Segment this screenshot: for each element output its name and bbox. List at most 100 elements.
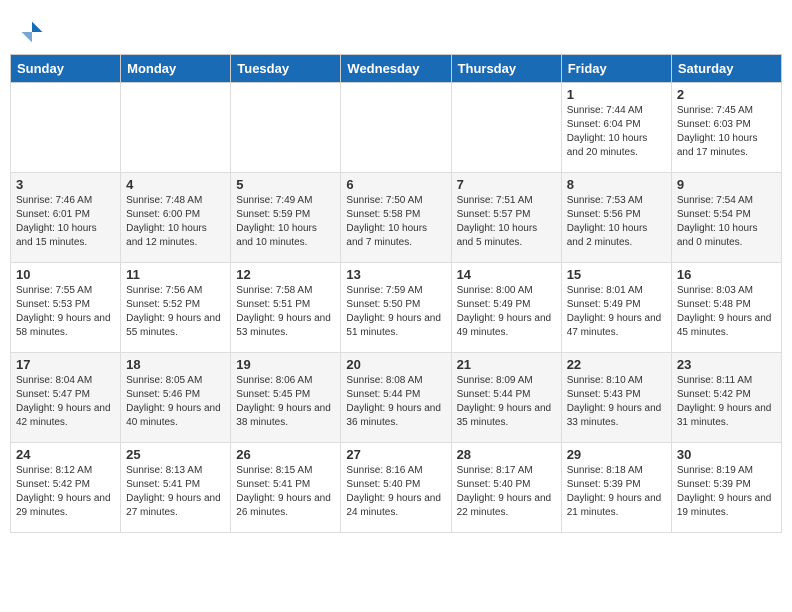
day-info: Sunrise: 8:12 AM Sunset: 5:42 PM Dayligh… bbox=[16, 464, 115, 520]
calendar-cell bbox=[231, 83, 341, 173]
calendar-cell: 26 Sunrise: 8:15 AM Sunset: 5:41 PM Dayli… bbox=[231, 443, 341, 533]
calendar-cell: 21 Sunrise: 8:09 AM Sunset: 5:44 PM Dayli… bbox=[451, 353, 561, 443]
day-number: 11 bbox=[126, 267, 225, 282]
day-header-sunday: Sunday bbox=[11, 55, 121, 83]
calendar-week-row: 3 Sunrise: 7:46 AM Sunset: 6:01 PM Daylig… bbox=[11, 173, 782, 263]
day-header-monday: Monday bbox=[121, 55, 231, 83]
calendar-cell: 12 Sunrise: 7:58 AM Sunset: 5:51 PM Dayli… bbox=[231, 263, 341, 353]
day-header-friday: Friday bbox=[561, 55, 671, 83]
day-info: Sunrise: 7:48 AM Sunset: 6:00 PM Dayligh… bbox=[126, 194, 225, 250]
day-number: 1 bbox=[567, 87, 666, 102]
calendar-cell: 24 Sunrise: 8:12 AM Sunset: 5:42 PM Dayli… bbox=[11, 443, 121, 533]
calendar-cell: 8 Sunrise: 7:53 AM Sunset: 5:56 PM Daylig… bbox=[561, 173, 671, 263]
calendar-cell bbox=[451, 83, 561, 173]
day-number: 22 bbox=[567, 357, 666, 372]
day-info: Sunrise: 8:03 AM Sunset: 5:48 PM Dayligh… bbox=[677, 284, 776, 340]
day-number: 7 bbox=[457, 177, 556, 192]
day-number: 16 bbox=[677, 267, 776, 282]
day-info: Sunrise: 8:09 AM Sunset: 5:44 PM Dayligh… bbox=[457, 374, 556, 430]
day-info: Sunrise: 7:45 AM Sunset: 6:03 PM Dayligh… bbox=[677, 104, 776, 160]
calendar-cell: 30Sunrise: 8:19 AM Sunset: 5:39 PM Dayli… bbox=[671, 443, 781, 533]
day-number: 5 bbox=[236, 177, 335, 192]
calendar-cell: 20 Sunrise: 8:08 AM Sunset: 5:44 PM Dayli… bbox=[341, 353, 451, 443]
day-info: Sunrise: 8:10 AM Sunset: 5:43 PM Dayligh… bbox=[567, 374, 666, 430]
calendar-table: SundayMondayTuesdayWednesdayThursdayFrid… bbox=[10, 54, 782, 533]
day-number: 18 bbox=[126, 357, 225, 372]
calendar-cell: 5 Sunrise: 7:49 AM Sunset: 5:59 PM Daylig… bbox=[231, 173, 341, 263]
calendar-cell: 22 Sunrise: 8:10 AM Sunset: 5:43 PM Dayli… bbox=[561, 353, 671, 443]
day-info: Sunrise: 7:44 AM Sunset: 6:04 PM Dayligh… bbox=[567, 104, 666, 160]
day-info: Sunrise: 8:01 AM Sunset: 5:49 PM Dayligh… bbox=[567, 284, 666, 340]
day-info: Sunrise: 7:54 AM Sunset: 5:54 PM Dayligh… bbox=[677, 194, 776, 250]
day-number: 2 bbox=[677, 87, 776, 102]
day-info: Sunrise: 7:58 AM Sunset: 5:51 PM Dayligh… bbox=[236, 284, 335, 340]
calendar-cell: 11 Sunrise: 7:56 AM Sunset: 5:52 PM Dayli… bbox=[121, 263, 231, 353]
day-info: Sunrise: 7:53 AM Sunset: 5:56 PM Dayligh… bbox=[567, 194, 666, 250]
day-number: 27 bbox=[346, 447, 445, 462]
day-info: Sunrise: 7:59 AM Sunset: 5:50 PM Dayligh… bbox=[346, 284, 445, 340]
calendar-week-row: 24 Sunrise: 8:12 AM Sunset: 5:42 PM Dayli… bbox=[11, 443, 782, 533]
calendar-cell: 28Sunrise: 8:17 AM Sunset: 5:40 PM Dayli… bbox=[451, 443, 561, 533]
day-number: 3 bbox=[16, 177, 115, 192]
day-number: 26 bbox=[236, 447, 335, 462]
day-number: 17 bbox=[16, 357, 115, 372]
day-info: Sunrise: 7:55 AM Sunset: 5:53 PM Dayligh… bbox=[16, 284, 115, 340]
calendar-cell: 7Sunrise: 7:51 AM Sunset: 5:57 PM Daylig… bbox=[451, 173, 561, 263]
day-number: 24 bbox=[16, 447, 115, 462]
day-info: Sunrise: 7:50 AM Sunset: 5:58 PM Dayligh… bbox=[346, 194, 445, 250]
day-info: Sunrise: 8:18 AM Sunset: 5:39 PM Dayligh… bbox=[567, 464, 666, 520]
day-number: 6 bbox=[346, 177, 445, 192]
day-header-saturday: Saturday bbox=[671, 55, 781, 83]
calendar-cell: 4Sunrise: 7:48 AM Sunset: 6:00 PM Daylig… bbox=[121, 173, 231, 263]
day-info: Sunrise: 7:49 AM Sunset: 5:59 PM Dayligh… bbox=[236, 194, 335, 250]
day-info: Sunrise: 8:19 AM Sunset: 5:39 PM Dayligh… bbox=[677, 464, 776, 520]
day-info: Sunrise: 8:04 AM Sunset: 5:47 PM Dayligh… bbox=[16, 374, 115, 430]
calendar-header-row: SundayMondayTuesdayWednesdayThursdayFrid… bbox=[11, 55, 782, 83]
calendar-cell: 19 Sunrise: 8:06 AM Sunset: 5:45 PM Dayli… bbox=[231, 353, 341, 443]
day-number: 28 bbox=[457, 447, 556, 462]
calendar-cell bbox=[341, 83, 451, 173]
day-info: Sunrise: 8:16 AM Sunset: 5:40 PM Dayligh… bbox=[346, 464, 445, 520]
day-number: 10 bbox=[16, 267, 115, 282]
page-header bbox=[10, 10, 782, 49]
day-header-tuesday: Tuesday bbox=[231, 55, 341, 83]
day-info: Sunrise: 7:56 AM Sunset: 5:52 PM Dayligh… bbox=[126, 284, 225, 340]
day-number: 8 bbox=[567, 177, 666, 192]
calendar-cell: 1 Sunrise: 7:44 AM Sunset: 6:04 PM Daylig… bbox=[561, 83, 671, 173]
day-header-wednesday: Wednesday bbox=[341, 55, 451, 83]
calendar-cell: 17 Sunrise: 8:04 AM Sunset: 5:47 PM Dayli… bbox=[11, 353, 121, 443]
day-info: Sunrise: 8:00 AM Sunset: 5:49 PM Dayligh… bbox=[457, 284, 556, 340]
day-number: 19 bbox=[236, 357, 335, 372]
day-number: 29 bbox=[567, 447, 666, 462]
calendar-cell: 18 Sunrise: 8:05 AM Sunset: 5:46 PM Dayli… bbox=[121, 353, 231, 443]
calendar-cell: 2 Sunrise: 7:45 AM Sunset: 6:03 PM Daylig… bbox=[671, 83, 781, 173]
day-number: 14 bbox=[457, 267, 556, 282]
day-info: Sunrise: 8:15 AM Sunset: 5:41 PM Dayligh… bbox=[236, 464, 335, 520]
day-number: 23 bbox=[677, 357, 776, 372]
day-info: Sunrise: 8:06 AM Sunset: 5:45 PM Dayligh… bbox=[236, 374, 335, 430]
day-number: 21 bbox=[457, 357, 556, 372]
calendar-cell: 29 Sunrise: 8:18 AM Sunset: 5:39 PM Dayli… bbox=[561, 443, 671, 533]
day-number: 13 bbox=[346, 267, 445, 282]
logo bbox=[20, 20, 48, 44]
day-info: Sunrise: 8:05 AM Sunset: 5:46 PM Dayligh… bbox=[126, 374, 225, 430]
calendar-cell: 25 Sunrise: 8:13 AM Sunset: 5:41 PM Dayli… bbox=[121, 443, 231, 533]
day-number: 25 bbox=[126, 447, 225, 462]
calendar-cell: 3 Sunrise: 7:46 AM Sunset: 6:01 PM Daylig… bbox=[11, 173, 121, 263]
day-info: Sunrise: 7:46 AM Sunset: 6:01 PM Dayligh… bbox=[16, 194, 115, 250]
calendar-week-row: 10 Sunrise: 7:55 AM Sunset: 5:53 PM Dayli… bbox=[11, 263, 782, 353]
calendar-week-row: 1 Sunrise: 7:44 AM Sunset: 6:04 PM Daylig… bbox=[11, 83, 782, 173]
calendar-cell: 16 Sunrise: 8:03 AM Sunset: 5:48 PM Dayli… bbox=[671, 263, 781, 353]
day-header-thursday: Thursday bbox=[451, 55, 561, 83]
day-info: Sunrise: 8:11 AM Sunset: 5:42 PM Dayligh… bbox=[677, 374, 776, 430]
day-number: 15 bbox=[567, 267, 666, 282]
calendar-cell: 10 Sunrise: 7:55 AM Sunset: 5:53 PM Dayli… bbox=[11, 263, 121, 353]
day-info: Sunrise: 8:08 AM Sunset: 5:44 PM Dayligh… bbox=[346, 374, 445, 430]
calendar-cell: 14 Sunrise: 8:00 AM Sunset: 5:49 PM Dayli… bbox=[451, 263, 561, 353]
calendar-cell: 9Sunrise: 7:54 AM Sunset: 5:54 PM Daylig… bbox=[671, 173, 781, 263]
day-number: 20 bbox=[346, 357, 445, 372]
calendar-cell: 27 Sunrise: 8:16 AM Sunset: 5:40 PM Dayli… bbox=[341, 443, 451, 533]
calendar-cell bbox=[11, 83, 121, 173]
day-number: 12 bbox=[236, 267, 335, 282]
day-info: Sunrise: 8:13 AM Sunset: 5:41 PM Dayligh… bbox=[126, 464, 225, 520]
